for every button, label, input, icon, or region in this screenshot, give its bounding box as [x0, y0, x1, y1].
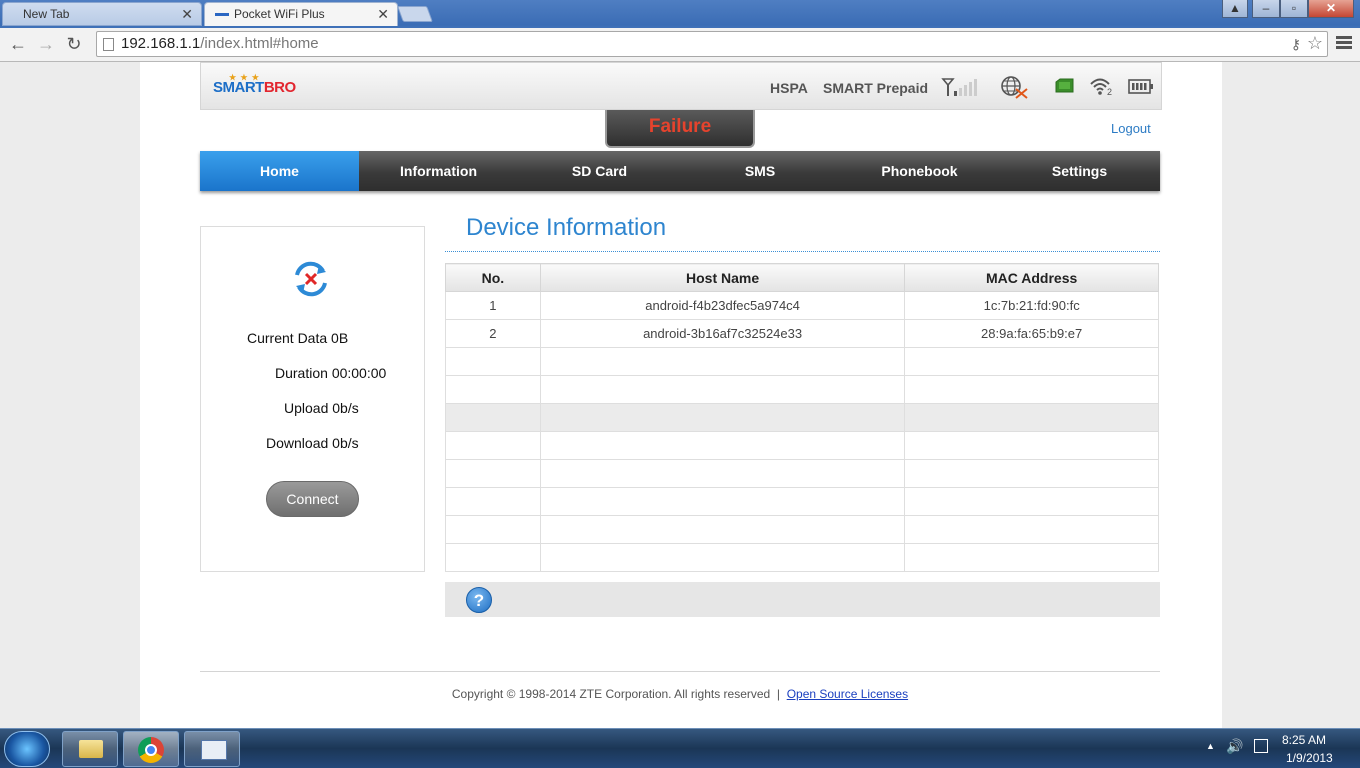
table-row: 2 android-3b16af7c32524e33 28:9a:fa:65:b… [445, 319, 1159, 348]
duration-stat: Duration 00:00:00 [275, 365, 387, 381]
clock-date[interactable]: 1/9/2013 [1286, 751, 1333, 765]
tab-new-tab[interactable]: New Tab ✕ [2, 2, 202, 26]
logout-link[interactable]: Logout [1111, 121, 1151, 136]
divider [445, 251, 1160, 252]
url-host: 192.168.1.1 [121, 35, 201, 52]
reload-icon[interactable]: ↻ [62, 33, 86, 57]
explorer-taskbar-icon[interactable] [62, 731, 118, 767]
help-icon[interactable]: ? [466, 587, 492, 613]
tab-label: Pocket WiFi Plus [234, 7, 325, 21]
nav-phonebook[interactable]: Phonebook [840, 151, 999, 191]
connection-status-banner: Failure [605, 110, 755, 148]
close-window-button[interactable]: ✕ [1308, 0, 1354, 18]
empty-table-row [445, 459, 1159, 488]
empty-table-row [445, 515, 1159, 544]
column-header-host-name: Host Name [539, 263, 906, 292]
copyright-text: Copyright © 1998-2014 ZTE Corporation. A… [451, 687, 771, 701]
cell-mac-address: 28:9a:fa:65:b9:e7 [904, 319, 1159, 348]
operator-label: SMART Prepaid [823, 80, 929, 96]
new-tab-button[interactable] [397, 6, 433, 22]
main-navigation: Home Information SD Card SMS Phonebook S… [200, 151, 1160, 191]
help-bar: ? [445, 582, 1160, 617]
user-icon[interactable]: ▲ [1222, 0, 1248, 18]
volume-icon[interactable]: 🔊 [1226, 738, 1243, 755]
tab-label: New Tab [23, 7, 70, 21]
system-tray: ▲ 🔊 8:25 AM 1/9/2013 [1200, 729, 1350, 768]
column-header-no: No. [445, 263, 541, 292]
footer: Copyright © 1998-2014 ZTE Corporation. A… [200, 687, 1160, 701]
empty-table-row [445, 431, 1159, 460]
close-tab-icon[interactable]: ✕ [181, 3, 193, 25]
device-info-title: Device Information [466, 214, 667, 241]
download-stat: Download 0b/s [266, 435, 359, 451]
bookmark-star-icon[interactable]: ☆ [1307, 31, 1323, 55]
browser-menu-icon[interactable] [1334, 34, 1354, 54]
footer-divider [200, 671, 1160, 672]
url-path: /index.html#home [200, 35, 319, 52]
close-tab-icon[interactable]: ✕ [377, 3, 389, 25]
forward-icon[interactable]: → [34, 33, 58, 57]
back-icon[interactable]: ← [6, 33, 30, 57]
tab-pocket-wifi[interactable]: Pocket WiFi Plus ✕ [204, 2, 398, 26]
chrome-taskbar-icon[interactable] [123, 731, 179, 767]
page-header: ★ ★ ★ SMARTBRO HSPA SMART Prepaid 2 [200, 62, 1162, 110]
cell-no: 1 [445, 291, 541, 320]
battery-icon [1128, 79, 1153, 94]
nav-information[interactable]: Information [359, 151, 518, 191]
smart-bro-logo: ★ ★ ★ SMARTBRO [213, 73, 296, 96]
empty-table-row [445, 403, 1159, 432]
column-header-mac-address: MAC Address [904, 263, 1159, 292]
page-icon [103, 38, 114, 51]
browser-chrome: New Tab ✕ Pocket WiFi Plus ✕ ▲ – ▫ ✕ ← →… [0, 0, 1360, 62]
signal-strength-icon [941, 78, 977, 96]
open-source-licenses-link[interactable]: Open Source Licenses [787, 687, 908, 701]
web-page: ★ ★ ★ SMARTBRO HSPA SMART Prepaid 2 Fail… [140, 62, 1222, 728]
minimize-button[interactable]: – [1252, 0, 1280, 18]
table-header-row: No. Host Name MAC Address [445, 263, 1159, 292]
cell-mac-address: 1c:7b:21:fd:90:fc [904, 291, 1159, 320]
footer-separator: | [776, 687, 781, 701]
connect-button[interactable]: Connect [266, 481, 359, 517]
maximize-button[interactable]: ▫ [1280, 0, 1308, 18]
empty-table-row [445, 375, 1159, 404]
internet-disconnected-icon [1001, 76, 1028, 99]
nav-sd-card[interactable]: SD Card [519, 151, 680, 191]
current-data-stat: Current Data 0B [247, 330, 349, 346]
nav-sms[interactable]: SMS [680, 151, 840, 191]
connection-panel: Current Data 0B Duration 00:00:00 Upload… [200, 226, 425, 572]
browser-toolbar: ← → ↻ 192.168.1.1/index.html#home ⚷ ☆ [0, 28, 1360, 62]
key-icon[interactable]: ⚷ [1291, 32, 1301, 56]
cell-host-name: android-3b16af7c32524e33 [539, 319, 906, 348]
nav-settings[interactable]: Settings [999, 151, 1160, 191]
clock-time[interactable]: 8:25 AM [1282, 733, 1326, 747]
start-button[interactable] [4, 731, 50, 767]
empty-table-row [445, 347, 1159, 376]
disconnected-sync-icon [295, 261, 327, 297]
sim-card-icon [1055, 78, 1074, 93]
show-hidden-icons-icon[interactable]: ▲ [1206, 741, 1215, 751]
network-tray-icon[interactable] [1254, 739, 1268, 753]
favicon-icon [215, 13, 229, 16]
table-row: 1 android-f4b23dfec5a974c4 1c:7b:21:fd:9… [445, 291, 1159, 320]
cell-no: 2 [445, 319, 541, 348]
device-table: No. Host Name MAC Address 1 android-f4b2… [445, 263, 1159, 572]
nav-home[interactable]: Home [200, 151, 359, 191]
address-bar[interactable]: 192.168.1.1/index.html#home ⚷ ☆ [96, 31, 1328, 57]
network-app-taskbar-icon[interactable] [184, 731, 240, 767]
empty-table-row [445, 487, 1159, 516]
empty-table-row [445, 543, 1159, 572]
taskbar: ▲ 🔊 8:25 AM 1/9/2013 [0, 728, 1360, 768]
upload-stat: Upload 0b/s [284, 400, 359, 416]
network-type-label: HSPA [770, 80, 808, 96]
cell-host-name: android-f4b23dfec5a974c4 [539, 291, 906, 320]
connected-clients-count: 2 [1107, 87, 1113, 97]
